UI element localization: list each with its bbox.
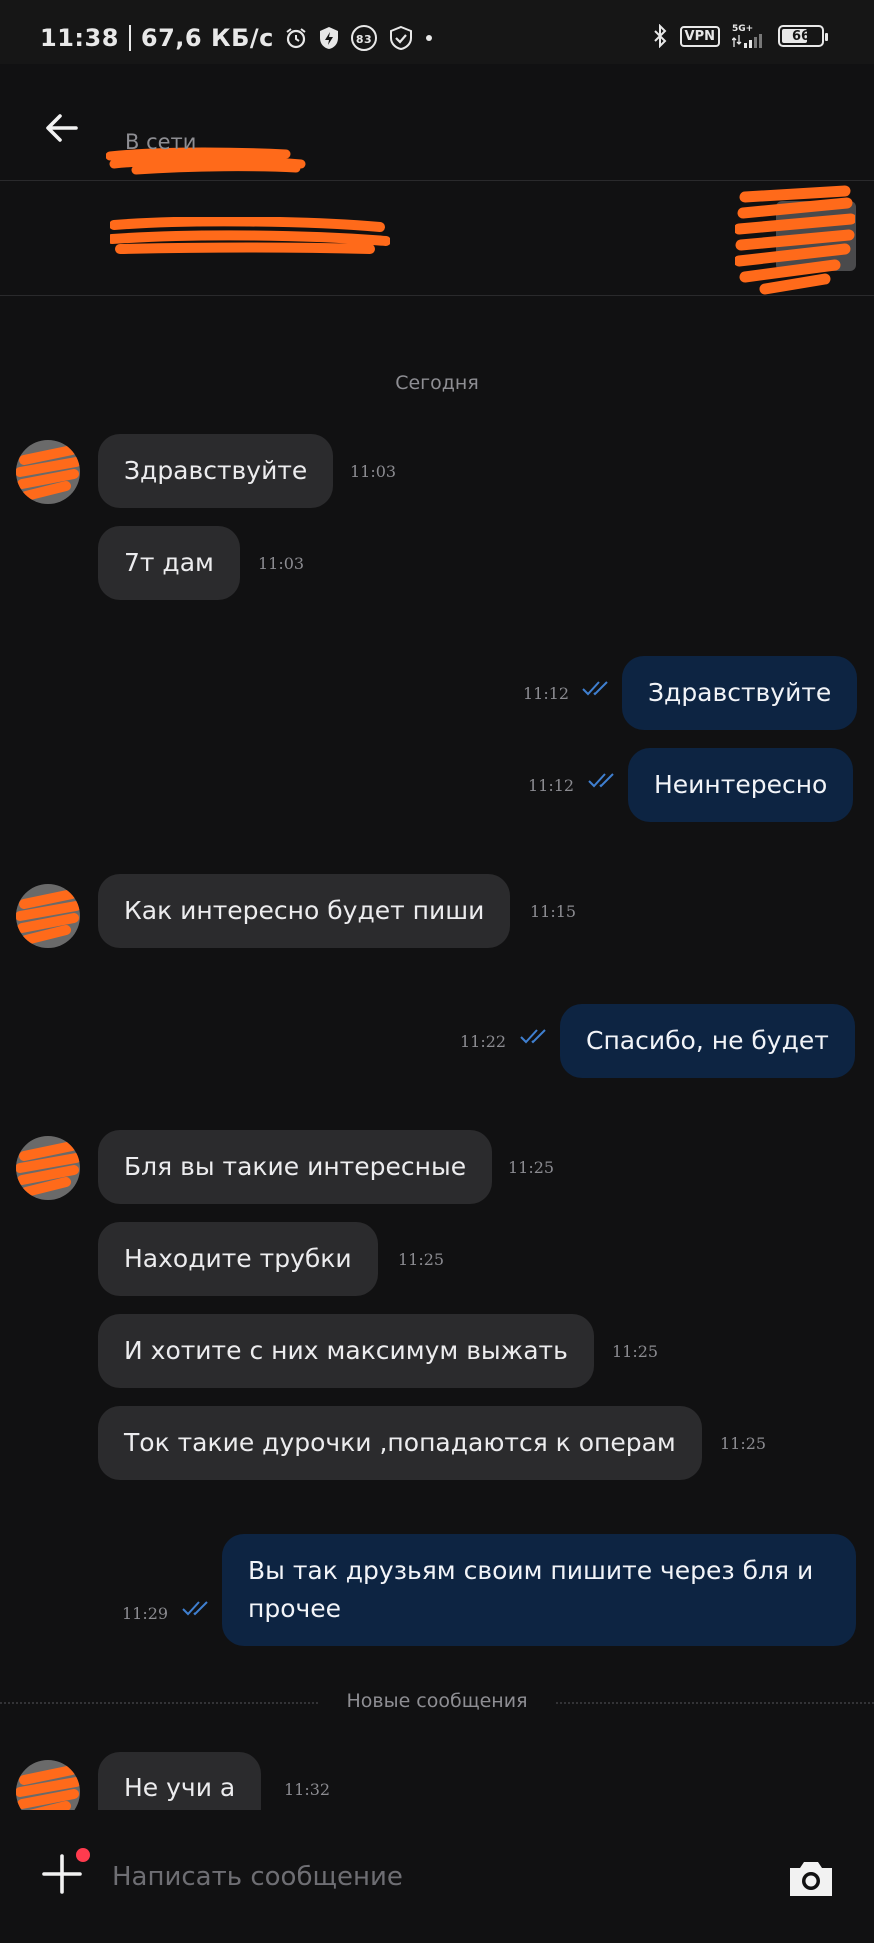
redacted-listing-image — [735, 185, 855, 295]
message-bubble-incoming[interactable]: Находите трубки — [98, 1222, 378, 1296]
pinned-listing[interactable] — [0, 181, 874, 296]
message-time: 11:03 — [350, 462, 397, 481]
notification-badge-icon: 83 — [350, 24, 378, 52]
chat-header: В сети — [0, 64, 874, 181]
avatar[interactable] — [16, 440, 80, 504]
double-check-icon — [520, 1029, 546, 1044]
message-time: 11:12 — [528, 776, 575, 795]
notification-badge-count: 83 — [356, 33, 372, 46]
message-bubble-outgoing[interactable]: Неинтересно — [628, 748, 854, 822]
message-time: 11:15 — [530, 902, 577, 921]
message-bubble-incoming[interactable]: Ток такие дурочки ,попадаются к операм — [98, 1406, 702, 1480]
status-bar-right: VPN 5G+ 66 — [652, 23, 828, 48]
message-time: 11:32 — [284, 1780, 331, 1799]
message-time: 11:25 — [508, 1158, 555, 1177]
attach-badge — [76, 1848, 90, 1862]
back-arrow-icon[interactable] — [42, 108, 82, 148]
message-bubble-incoming[interactable]: Как интересно будет пиши — [98, 874, 511, 948]
clock: 11:38 — [40, 24, 119, 52]
check-shield-icon — [388, 25, 414, 51]
shield-icon — [318, 26, 340, 50]
message-input[interactable]: Написать сообщение — [112, 1862, 403, 1892]
dot-icon — [424, 33, 434, 43]
message-bubble-outgoing[interactable]: Здравствуйте — [622, 656, 858, 730]
avatar[interactable] — [16, 884, 80, 948]
net-speed: 67,6 КБ/с — [140, 24, 274, 52]
message-composer: Написать сообщение — [0, 1810, 874, 1943]
redacted-listing-title — [110, 217, 390, 254]
double-check-icon — [182, 1601, 208, 1616]
status-divider — [128, 25, 131, 51]
new-messages-separator: Новые сообщения — [0, 1688, 874, 1718]
message-bubble-outgoing[interactable]: Спасибо, не будет — [560, 1004, 855, 1078]
avatar[interactable] — [16, 1136, 80, 1200]
message-time: 11:25 — [398, 1250, 445, 1269]
bluetooth-icon — [652, 24, 668, 48]
battery-icon: 66 — [778, 25, 828, 47]
message-time: 11:22 — [460, 1032, 507, 1051]
new-messages-label: Новые сообщения — [346, 1690, 528, 1712]
double-check-icon — [582, 681, 608, 696]
signal-icon: 5G+ — [732, 23, 766, 48]
message-time: 11:25 — [612, 1342, 659, 1361]
message-bubble-incoming[interactable]: 7т дам — [98, 526, 240, 600]
message-bubble-incoming[interactable]: Бля вы такие интересные — [98, 1130, 493, 1204]
battery-percent: 66 — [791, 28, 811, 44]
message-bubble-outgoing[interactable]: Вы так друзьям своим пишите через бля и … — [222, 1534, 856, 1646]
status-bar: 11:38 67,6 КБ/с 83 VPN 5G+ 66 — [0, 0, 874, 64]
message-bubble-incoming[interactable]: И хотите с них максимум выжать — [98, 1314, 594, 1388]
alarm-icon — [284, 26, 308, 50]
camera-icon[interactable] — [786, 1856, 836, 1900]
message-time: 11:12 — [523, 684, 570, 703]
online-status: В сети — [125, 130, 197, 154]
status-bar-left: 11:38 67,6 КБ/с 83 — [40, 24, 434, 52]
message-bubble-incoming[interactable]: Здравствуйте — [98, 434, 334, 508]
vpn-badge: VPN — [679, 25, 720, 47]
network-type: 5G+ — [732, 23, 754, 34]
day-separator: Сегодня — [395, 372, 479, 394]
message-time: 11:25 — [720, 1434, 767, 1453]
double-check-icon — [588, 773, 614, 788]
message-bubble-incoming[interactable]: Не учи а — [98, 1752, 262, 1812]
message-time: 11:03 — [258, 554, 305, 573]
message-time: 11:29 — [122, 1604, 169, 1623]
